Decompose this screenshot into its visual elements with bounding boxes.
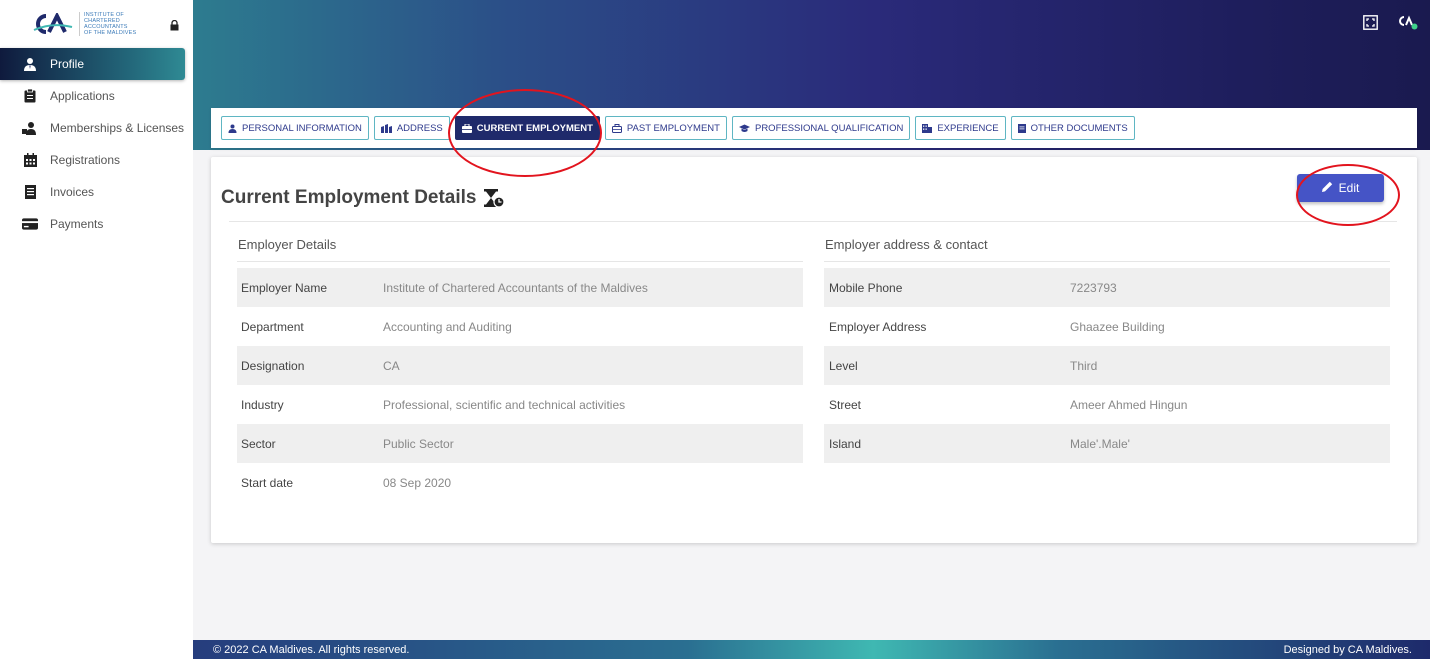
logo-text: Institute of Chartered Accountants of th…	[79, 12, 136, 36]
document-icon	[1017, 123, 1026, 133]
sidebar: Institute of Chartered Accountants of th…	[0, 0, 193, 659]
lock-icon[interactable]	[170, 18, 179, 36]
sidebar-item-memberships[interactable]: Memberships & Licenses	[0, 112, 193, 144]
detail-row-island: Island Male'.Male'	[824, 424, 1390, 463]
detail-row-employer-name: Employer Name Institute of Chartered Acc…	[237, 268, 803, 307]
title-divider	[229, 221, 1397, 222]
detail-row-industry: Industry Professional, scientific and te…	[241, 397, 626, 412]
ca-logo-icon	[33, 13, 73, 34]
clipboard-icon	[22, 88, 38, 104]
building-icon	[922, 123, 933, 133]
hourglass-clock-icon	[483, 188, 505, 208]
detail-row-employer-address: Employer Address Ghaazee Building	[829, 319, 1165, 334]
detail-row-designation: Designation CA	[237, 346, 803, 385]
footer: © 2022 CA Maldives. All rights reserved.…	[193, 640, 1430, 659]
tab-past-employment[interactable]: Past Employment	[604, 116, 727, 140]
tab-personal-information[interactable]: Personal Information	[221, 116, 369, 140]
sidebar-item-label: Memberships & Licenses	[50, 121, 185, 135]
edit-button[interactable]: Edit	[1297, 174, 1384, 202]
detail-row-street: Street Ameer Ahmed Hingun	[829, 397, 1188, 412]
employer-contact-section: Employer address & contact Mobile Phone …	[824, 237, 1390, 463]
map-icon	[380, 123, 392, 133]
logo[interactable]: Institute of Chartered Accountants of th…	[0, 0, 193, 48]
fullscreen-icon[interactable]	[1363, 14, 1378, 35]
detail-row-department: Department Accounting and Auditing	[241, 319, 512, 334]
section-title: Employer Details	[237, 237, 803, 262]
sidebar-item-label: Applications	[50, 89, 115, 103]
employer-contact-rows: Mobile Phone 7223793 Employer Address Gh…	[824, 268, 1390, 463]
user-icon	[228, 124, 237, 133]
graduation-cap-icon	[738, 124, 750, 133]
header-actions	[1363, 14, 1418, 35]
tab-professional-qualification[interactable]: Professional Qualification	[731, 116, 911, 140]
handshake-icon	[22, 120, 38, 136]
tab-current-employment[interactable]: Current Employment	[454, 116, 600, 140]
profile-tabs: Personal Information Address Current Emp…	[211, 108, 1417, 148]
calendar-icon	[22, 152, 38, 168]
sidebar-item-label: Invoices	[50, 185, 95, 199]
logo-mark: Institute of Chartered Accountants of th…	[32, 12, 136, 36]
sidebar-item-label: Profile	[50, 57, 85, 71]
tab-address[interactable]: Address	[373, 116, 450, 140]
page-title: Current Employment Details	[221, 187, 505, 209]
pencil-icon	[1321, 181, 1333, 195]
detail-row-start-date: Start date 08 Sep 2020	[241, 475, 452, 490]
sidebar-item-registrations[interactable]: Registrations	[0, 144, 193, 176]
receipt-icon	[22, 184, 38, 200]
sidebar-item-profile[interactable]: Profile	[0, 48, 185, 80]
sidebar-item-applications[interactable]: Applications	[0, 80, 193, 112]
sidebar-nav: Profile Applications Memberships & Licen…	[0, 48, 193, 240]
detail-row-mobile-phone: Mobile Phone 7223793	[824, 268, 1390, 307]
footer-credit: Designed by CA Maldives.	[1283, 643, 1412, 656]
employer-details-rows: Employer Name Institute of Chartered Acc…	[237, 268, 803, 502]
footer-copyright: © 2022 CA Maldives. All rights reserved.	[213, 643, 410, 656]
tab-experience[interactable]: Experience	[915, 116, 1006, 140]
sidebar-item-payments[interactable]: Payments	[0, 208, 193, 240]
section-title: Employer address & contact	[824, 237, 1390, 262]
credit-card-icon	[22, 216, 38, 232]
briefcase-outline-icon	[611, 123, 622, 133]
sidebar-item-invoices[interactable]: Invoices	[0, 176, 193, 208]
employment-card: Current Employment Details Edit Employer…	[211, 157, 1417, 543]
briefcase-icon	[461, 123, 472, 133]
employer-details-section: Employer Details Employer Name Institute…	[237, 237, 803, 502]
detail-row-sector: Sector Public Sector	[237, 424, 803, 463]
sidebar-item-label: Registrations	[50, 153, 121, 167]
tab-other-documents[interactable]: Other Documents	[1010, 116, 1135, 140]
sidebar-item-label: Payments	[50, 217, 104, 231]
detail-row-level: Level Third	[824, 346, 1390, 385]
user-tie-icon	[22, 56, 38, 72]
user-avatar-icon[interactable]	[1398, 14, 1418, 35]
